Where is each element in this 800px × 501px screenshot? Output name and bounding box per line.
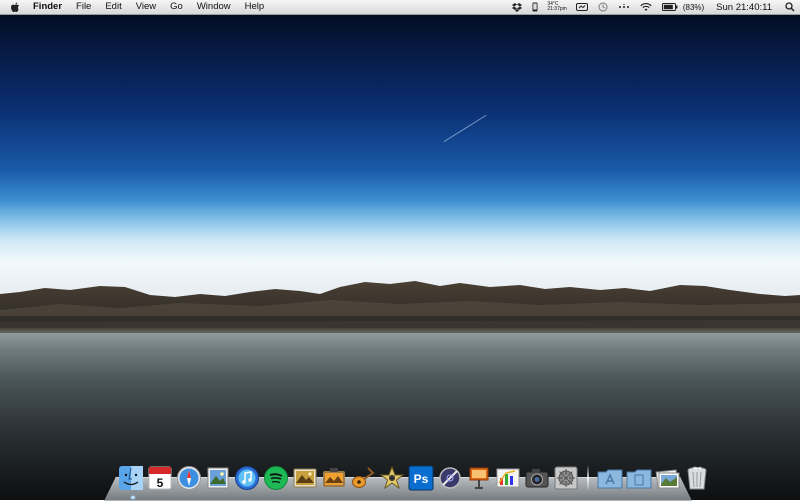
menu-clock[interactable]: Sun 21:40:11 — [708, 2, 780, 13]
menu-go[interactable]: Go — [163, 0, 190, 14]
spotify-icon[interactable] — [263, 465, 289, 491]
menu-edit[interactable]: Edit — [98, 0, 128, 14]
calendar-day: 5 — [157, 476, 164, 490]
menu-app-name[interactable]: Finder — [26, 0, 69, 14]
weather-time: 21:37pm — [547, 6, 567, 12]
photoshop-icon[interactable]: Ps — [408, 465, 434, 491]
system-preferences-icon[interactable] — [553, 465, 579, 491]
dock-separator — [587, 465, 589, 491]
photoshop-label: Ps — [414, 472, 429, 486]
light-streak — [443, 114, 487, 143]
battery-icon[interactable] — [657, 0, 683, 14]
preview-icon[interactable] — [205, 465, 231, 491]
menu-window[interactable]: Window — [190, 0, 238, 14]
time-machine-icon[interactable] — [593, 0, 613, 14]
guitar-icon[interactable] — [350, 465, 376, 491]
calendar-icon[interactable]: 5 — [147, 465, 173, 491]
desktop-wallpaper — [0, 0, 800, 500]
photo-icon[interactable] — [321, 465, 347, 491]
status-menus: 34°C 21:37pm (83%) Sun 21:40:11 — [507, 0, 800, 14]
wifi-icon[interactable] — [635, 0, 657, 14]
dock-items: 5 Ps — [118, 461, 710, 491]
instruments-icon[interactable] — [437, 465, 463, 491]
itunes-icon[interactable] — [234, 465, 260, 491]
finder-running-indicator — [131, 496, 135, 499]
menu-view[interactable]: View — [129, 0, 163, 14]
phone-icon[interactable] — [527, 0, 543, 14]
imovie-star-icon[interactable] — [379, 465, 405, 491]
trash-icon[interactable] — [684, 465, 710, 491]
applications-folder-icon[interactable] — [597, 465, 623, 491]
monitor-icon[interactable] — [571, 0, 593, 14]
spotlight-search-icon[interactable] — [780, 0, 800, 14]
weather-widget[interactable]: 34°C 21:37pm — [543, 2, 570, 12]
dock: 5 Ps — [104, 461, 707, 501]
iphoto-icon[interactable] — [292, 465, 318, 491]
menu-help[interactable]: Help — [238, 0, 272, 14]
dropbox-icon[interactable] — [507, 0, 527, 14]
chart-icon[interactable] — [495, 465, 521, 491]
battery-percentage: (83%) — [682, 2, 705, 12]
menu-bar: Finder File Edit View Go Window Help 34°… — [0, 0, 800, 15]
apple-menu-icon[interactable] — [0, 2, 26, 13]
camera-icon[interactable] — [524, 465, 550, 491]
documents-folder-icon[interactable] — [626, 465, 652, 491]
menu-file[interactable]: File — [69, 0, 98, 14]
keynote-icon[interactable] — [466, 465, 492, 491]
downloads-stack-icon[interactable] — [655, 465, 681, 491]
finder-icon[interactable] — [118, 465, 144, 491]
safari-icon[interactable] — [176, 465, 202, 491]
bluetooth-icon[interactable] — [613, 0, 635, 14]
